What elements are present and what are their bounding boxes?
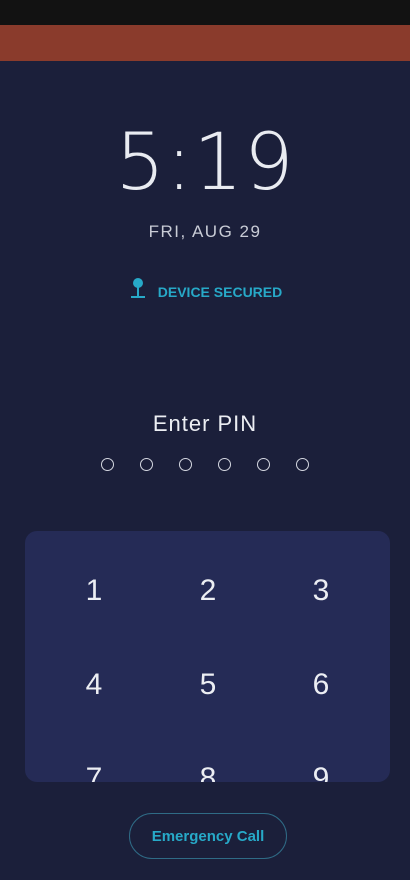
pin-entry-dots — [0, 458, 410, 471]
keypad-key-8[interactable]: 8 — [153, 744, 263, 782]
keypad-key-1[interactable]: 1 — [39, 556, 149, 626]
device-secured-indicator: DEVICE SECURED — [0, 277, 410, 306]
pin-dot — [218, 458, 231, 471]
keypad-key-7[interactable]: 7 — [39, 744, 149, 782]
emergency-call-button[interactable]: Emergency Call — [129, 813, 287, 859]
lockscreen-date: FRI, AUG 29 — [148, 222, 262, 241]
keypad-key-2[interactable]: 2 — [153, 556, 263, 626]
pin-dot — [296, 458, 309, 471]
pin-dot — [140, 458, 153, 471]
notification-banner — [0, 25, 410, 61]
lock-pin-icon — [128, 277, 148, 306]
keypad-key-3[interactable]: 3 — [266, 556, 376, 626]
pin-dot — [101, 458, 114, 471]
enter-pin-prompt: Enter PIN — [152, 411, 258, 436]
pin-keypad: 1 2 3 4 5 6 7 8 9 — [25, 531, 390, 782]
status-bar — [0, 0, 410, 25]
keypad-key-4[interactable]: 4 — [39, 650, 149, 720]
keypad-key-5[interactable]: 5 — [153, 650, 263, 720]
pin-dot — [179, 458, 192, 471]
keypad-key-6[interactable]: 6 — [266, 650, 376, 720]
lockscreen-clock: 5:19 — [115, 118, 295, 208]
keypad-key-9[interactable]: 9 — [266, 744, 376, 782]
pin-dot — [257, 458, 270, 471]
device-secured-label: DEVICE SECURED — [157, 283, 283, 300]
